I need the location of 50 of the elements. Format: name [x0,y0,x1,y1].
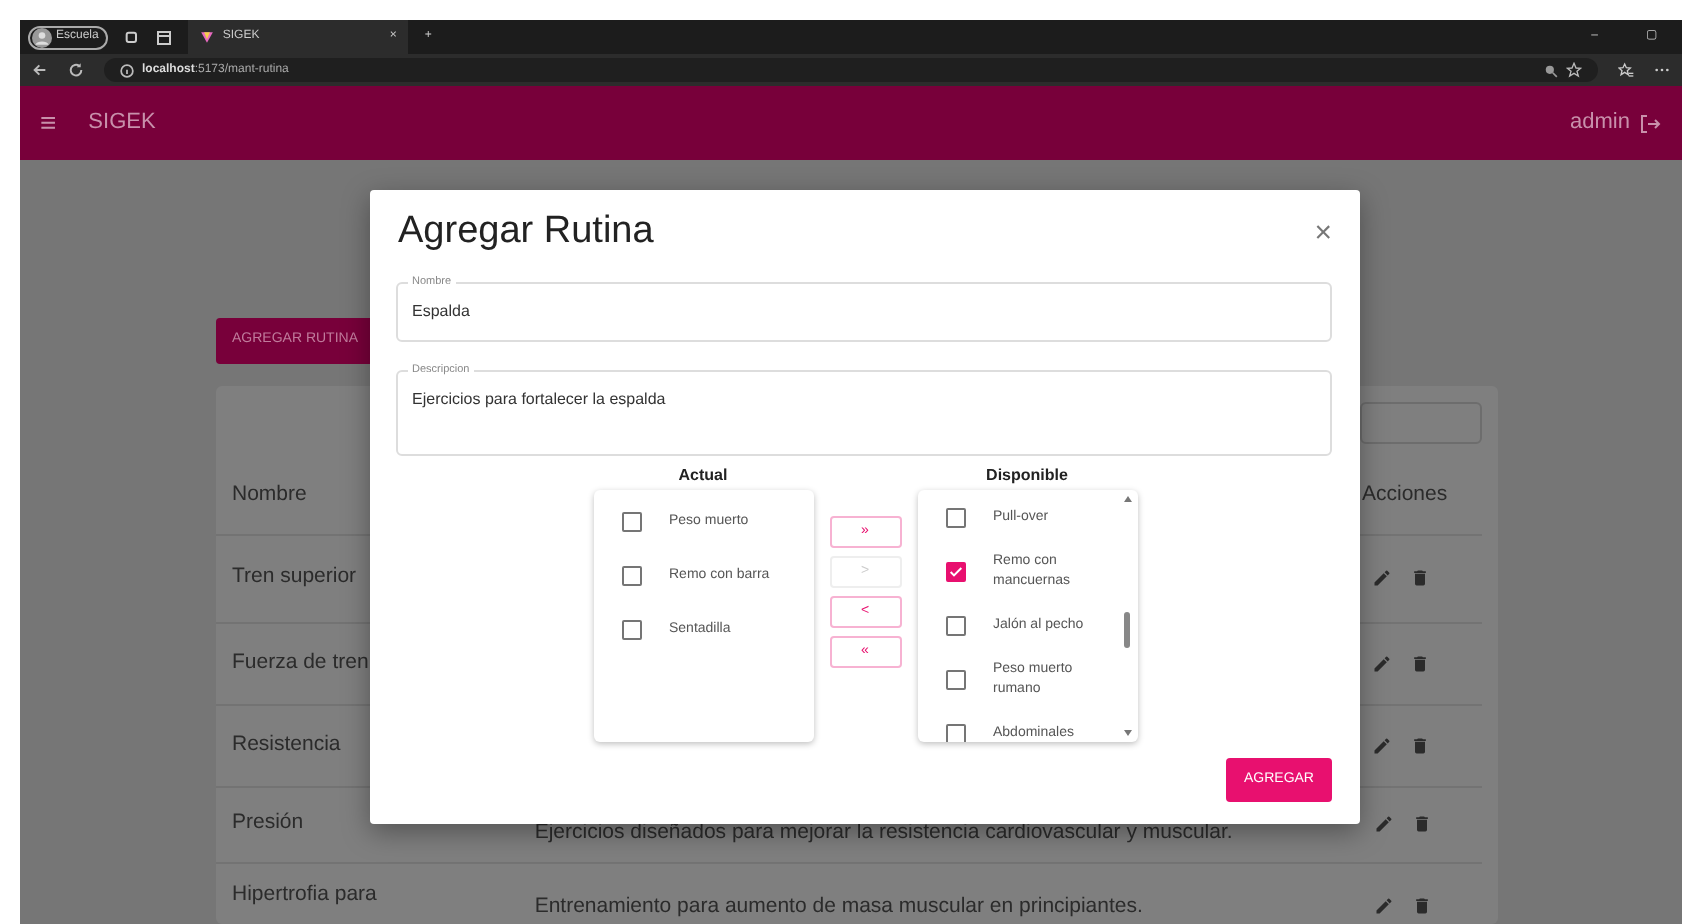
delete-icon[interactable] [1412,814,1433,834]
list-title: Actual [678,463,728,488]
checkbox[interactable] [945,670,965,691]
scroll-up-icon[interactable] [1123,495,1131,502]
dialog-title: Agregar Rutina [398,210,654,256]
delete-icon[interactable] [1412,895,1433,915]
edit-icon[interactable] [1372,568,1392,588]
scroll-thumb[interactable] [1123,611,1129,648]
delete-icon[interactable] [1410,568,1430,588]
field-value: Espalda [412,301,470,320]
checkbox[interactable] [621,620,641,641]
site-icon [200,30,215,44]
edit-icon[interactable] [1374,814,1395,834]
app-brand: SIGEK [88,108,156,139]
edit-icon[interactable] [1372,735,1392,755]
favorites-icon[interactable] [1618,62,1634,78]
reload-icon[interactable] [68,62,84,78]
table-cell-text: Entrenamiento para aumento de masa muscular en principiantes. [534,891,1145,917]
checkbox[interactable] [621,512,641,533]
column-header: Nombre [232,480,309,511]
close-button[interactable]: × [1314,217,1332,248]
table-cell-text: Presión [232,808,306,839]
table-cell-text: Resistencia [232,729,343,760]
delete-icon[interactable] [1410,735,1430,755]
logout-icon[interactable] [1638,111,1662,135]
search-field[interactable] [1360,401,1482,443]
checkbox[interactable] [945,724,965,742]
star-icon[interactable] [1566,62,1582,78]
table-cell-text: Hipertrofia para [232,879,379,905]
checkbox[interactable] [945,616,965,637]
column-header: Acciones [1362,480,1450,511]
check-icon [947,564,963,581]
delete-icon[interactable] [1410,653,1430,673]
edit-icon[interactable] [1374,895,1395,915]
field-value: Ejercicios para fortalecer la espalda [412,389,666,408]
info-icon [120,63,134,77]
checkbox[interactable] [945,562,965,583]
checkbox[interactable] [621,566,641,587]
avatar-icon [32,27,52,47]
back-icon[interactable] [32,62,48,78]
checkbox[interactable] [945,508,965,529]
user-name: admin [1570,108,1630,139]
edit-icon[interactable] [1372,653,1392,673]
table-cell-text: Tren superior [232,562,359,593]
table-cell-text: Fuerza de tren [232,647,371,678]
scroll-down-icon[interactable] [1123,729,1131,736]
zoom-icon[interactable] [1544,63,1558,77]
list-title: Disponible [986,463,1068,488]
table-cell-text: Ejercicios diseñados para mejorar la resistencia cardiovascular y muscular. [534,818,1235,844]
menu-button[interactable]: ≡ [40,102,57,144]
